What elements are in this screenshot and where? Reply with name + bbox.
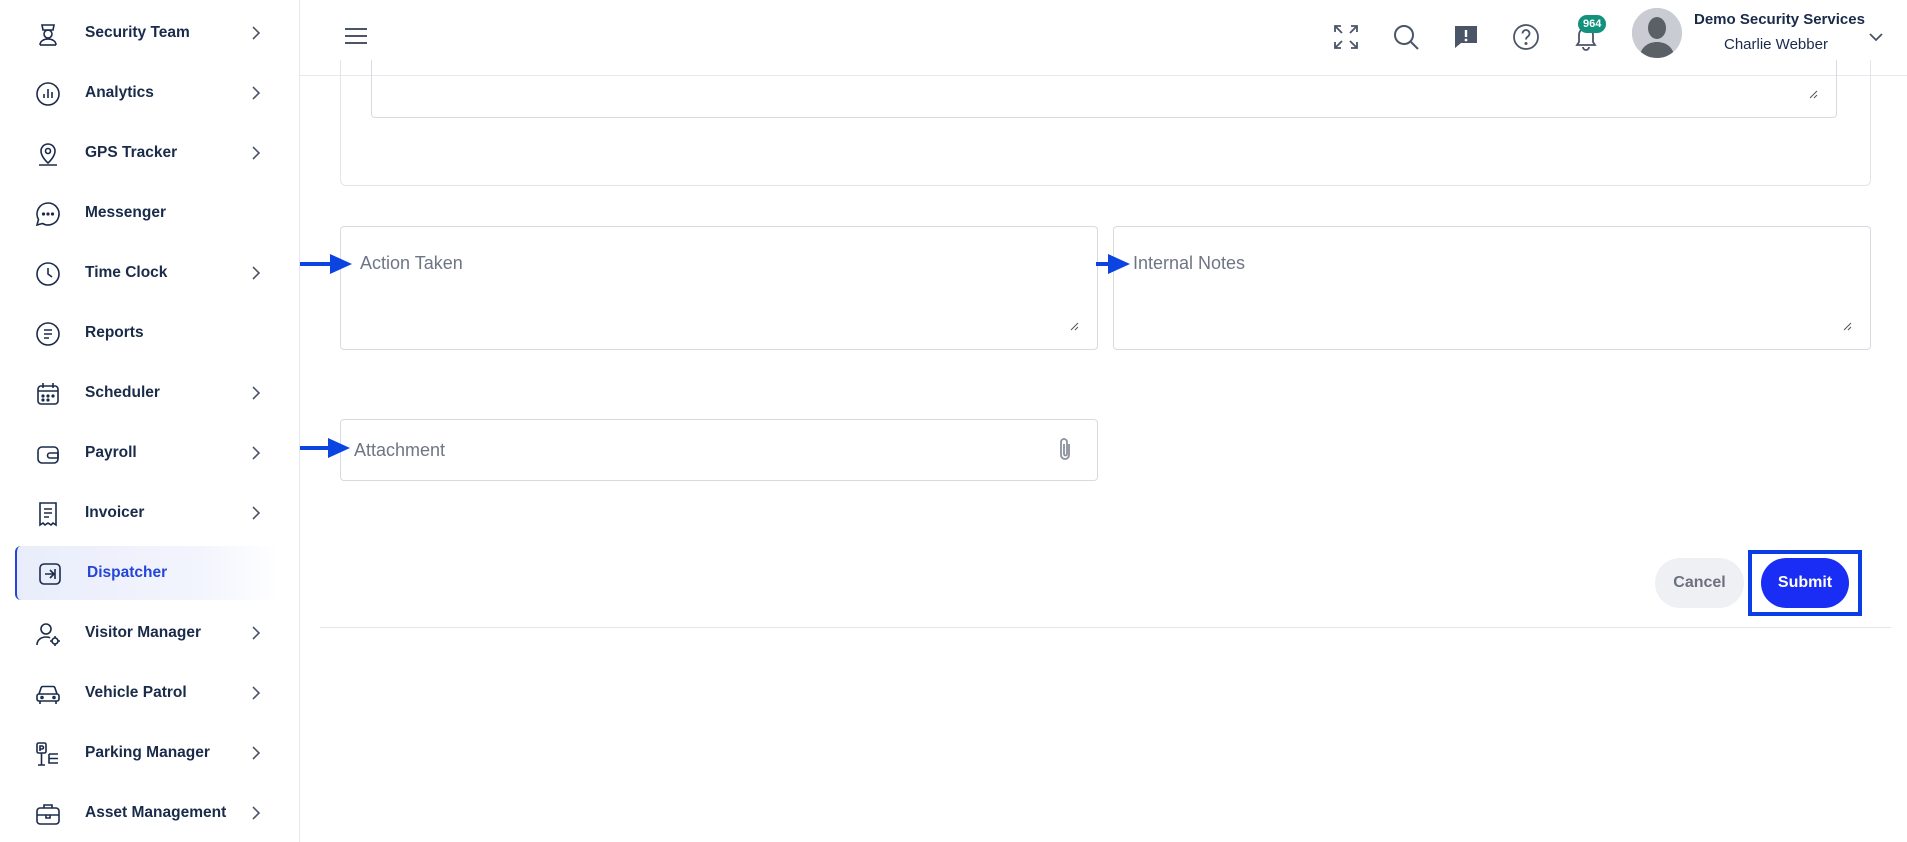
chevron-right-icon [252,26,261,40]
resize-handle-icon[interactable] [1069,321,1079,331]
chevron-right-icon [252,686,261,700]
sidebar-item-reports[interactable]: Reports [15,306,280,360]
chevron-right-icon [252,506,261,520]
sidebar-item-label: Scheduler [85,384,160,401]
annotation-arrow-icon [300,438,350,458]
help-icon[interactable] [1511,22,1541,52]
sidebar-item-label: Dispatcher [87,564,168,581]
chevron-right-icon [252,626,261,640]
chevron-right-icon [252,146,261,160]
sidebar-item-visitor-manager[interactable]: Visitor Manager [15,606,280,660]
resize-handle-icon[interactable] [1808,89,1818,99]
sidebar-item-label: Asset Management [85,804,227,821]
chevron-right-icon [252,86,261,100]
sidebar-item-label: Payroll [85,444,137,461]
search-icon[interactable] [1391,22,1421,52]
guard-icon [33,19,63,49]
wallet-icon [33,439,63,469]
sidebar-item-payroll[interactable]: Payroll [15,426,280,480]
feedback-icon[interactable] [1451,22,1481,52]
chevron-right-icon [252,266,261,280]
description-textarea[interactable] [371,60,1837,118]
dispatch-icon [35,559,65,589]
annotation-arrow-icon [300,254,352,274]
notification-count-badge: 964 [1578,15,1607,33]
sidebar-item-dispatcher[interactable]: Dispatcher [15,546,280,600]
sidebar-item-label: Invoicer [85,504,145,521]
chevron-right-icon [252,446,261,460]
sidebar: Security Team Analytics GPS Tracker Mess… [0,0,300,842]
sidebar-item-messenger[interactable]: Messenger [15,186,280,240]
sidebar-item-label: Parking Manager [85,744,210,761]
sidebar-item-gps-tracker[interactable]: GPS Tracker [15,126,280,180]
hamburger-menu-icon[interactable] [344,26,368,46]
sidebar-item-vehicle-patrol[interactable]: Vehicle Patrol [15,666,280,720]
chevron-right-icon [252,806,261,820]
annotation-arrow-icon [1096,254,1130,274]
clock-icon [33,259,63,289]
chevron-right-icon [252,746,261,760]
briefcase-icon [33,799,63,829]
chat-bubble-icon [33,199,63,229]
sidebar-item-label: Time Clock [85,264,168,281]
fullscreen-icon[interactable] [1331,22,1361,52]
reports-icon [33,319,63,349]
calendar-icon [33,379,63,409]
resize-handle-icon[interactable] [1842,321,1852,331]
paperclip-icon[interactable] [1054,436,1076,464]
analytics-icon [33,79,63,109]
sidebar-item-label: Visitor Manager [85,624,202,641]
sidebar-item-parking-manager[interactable]: Parking Manager [15,726,280,780]
map-pin-icon [33,139,63,169]
sidebar-item-scheduler[interactable]: Scheduler [15,366,280,420]
sidebar-item-label: Messenger [85,204,166,221]
attachment-field[interactable]: Attachment [340,419,1098,481]
avatar[interactable] [1632,8,1682,58]
attachment-placeholder: Attachment [354,440,446,460]
sidebar-item-security-team[interactable]: Security Team [15,6,280,60]
sidebar-item-label: Vehicle Patrol [85,684,187,701]
internal-notes-textarea[interactable]: Internal Notes [1113,226,1871,350]
sidebar-item-label: GPS Tracker [85,144,178,161]
sidebar-item-asset-management[interactable]: Asset Management [15,786,280,840]
receipt-icon [33,499,63,529]
organization-name: Demo Security Services [1694,11,1865,28]
divider [320,627,1891,628]
sidebar-item-analytics[interactable]: Analytics [15,66,280,120]
action-taken-textarea[interactable]: Action Taken [340,226,1098,350]
sidebar-item-time-clock[interactable]: Time Clock [15,246,280,300]
chevron-down-icon[interactable] [1866,27,1886,47]
car-icon [33,679,63,709]
sidebar-item-label: Security Team [85,24,190,41]
submit-button[interactable]: Submit [1761,558,1849,608]
user-name: Charlie Webber [1724,36,1828,53]
internal-notes-placeholder: Internal Notes [1133,253,1246,273]
chevron-right-icon [252,386,261,400]
action-taken-placeholder: Action Taken [360,253,463,273]
sidebar-item-label: Analytics [85,84,154,101]
sidebar-item-label: Reports [85,324,144,341]
visitor-icon [33,619,63,649]
sidebar-item-invoicer[interactable]: Invoicer [15,486,280,540]
cancel-button[interactable]: Cancel [1655,558,1744,608]
parking-icon [33,739,63,769]
